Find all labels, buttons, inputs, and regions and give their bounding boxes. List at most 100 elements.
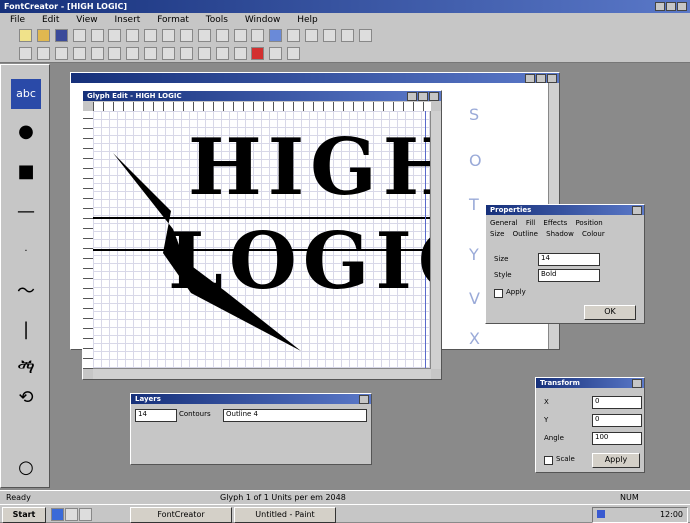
align-right-icon[interactable] [54,47,68,60]
menu-edit[interactable]: Edit [42,13,59,27]
node-icon[interactable] [269,29,283,42]
line-tool-icon[interactable]: — [11,197,41,227]
send-back-icon[interactable] [233,47,247,60]
char-cell[interactable]: S [469,105,479,124]
glyph-minimize-button[interactable] [407,92,417,101]
pen-icon[interactable] [287,29,301,42]
glyph-close-button[interactable] [429,92,439,101]
scale-checkbox[interactable] [544,456,553,465]
redo-icon[interactable] [162,29,175,42]
underline-icon[interactable] [108,47,122,60]
tab-general[interactable]: General [490,219,518,227]
start-button[interactable]: Start [2,507,46,523]
menu-format[interactable]: Format [157,13,189,27]
undo-icon[interactable] [144,29,158,42]
zoom-out-icon[interactable] [197,29,211,42]
apply-button[interactable]: Apply [592,453,640,468]
taskbar-item-fontcreator[interactable]: FontCreator [130,507,232,523]
ruler-icon[interactable] [233,29,247,42]
mirror-icon[interactable] [162,47,175,60]
char-cell[interactable]: T [469,195,479,214]
tab-position[interactable]: Position [575,219,602,227]
bring-front-icon[interactable] [215,47,229,60]
list-maximize-button[interactable] [536,74,546,83]
y-field[interactable]: 0 [592,414,642,427]
apply-checkbox[interactable] [494,289,503,298]
char-cell[interactable]: X [469,329,480,348]
vertical-line-tool-icon[interactable]: | [11,315,41,345]
options-icon[interactable] [287,47,301,60]
angle-field[interactable]: 100 [592,432,642,445]
menu-view[interactable]: View [76,13,97,27]
flip-icon[interactable] [144,47,158,60]
fill-icon[interactable] [340,29,354,42]
menu-insert[interactable]: Insert [114,13,140,27]
zoom-in-icon[interactable] [179,29,193,42]
open-icon[interactable] [36,29,50,42]
italic-icon[interactable] [90,47,104,60]
quicklaunch-ie-icon[interactable] [51,508,64,521]
quicklaunch-outlook-icon[interactable] [79,508,92,521]
text-tool-icon[interactable]: ፙ [11,353,41,383]
text-icon[interactable] [305,29,318,42]
char-cell[interactable]: V [469,289,480,308]
cut-icon[interactable] [90,29,104,42]
grid-icon[interactable] [215,29,229,42]
glyph-canvas[interactable]: HIGH LOGIC [93,111,431,369]
help-icon[interactable] [358,29,372,42]
ellipse-tool-icon[interactable]: ○ [11,453,41,483]
rectangle-tool-icon[interactable]: ■ [11,157,41,187]
print-icon[interactable] [72,29,86,42]
layers-close-button[interactable] [359,395,369,404]
copy-icon[interactable] [108,29,122,42]
tab-size[interactable]: Size [490,230,504,238]
maximize-button[interactable] [666,2,676,11]
quicklaunch-desktop-icon[interactable] [65,508,78,521]
point-tool-icon[interactable]: · [11,237,41,267]
taskbar-item-paint[interactable]: Untitled - Paint [234,507,336,523]
paste-icon[interactable] [126,29,140,42]
info-icon[interactable] [269,47,283,60]
save-icon[interactable] [54,29,68,42]
menu-window[interactable]: Window [245,13,281,27]
menu-tools[interactable]: Tools [206,13,228,27]
tab-colour[interactable]: Colour [582,230,605,238]
layer-icon[interactable] [322,29,336,42]
tab-outline[interactable]: Outline [513,230,538,238]
glyph-maximize-button[interactable] [418,92,428,101]
horizontal-scrollbar[interactable] [93,368,431,379]
size-field[interactable]: 14 [538,253,600,266]
ok-button[interactable]: OK [584,305,636,320]
minimize-button[interactable] [655,2,665,11]
menu-help[interactable]: Help [297,13,318,27]
tab-shadow[interactable]: Shadow [546,230,574,238]
align-center-icon[interactable] [36,47,50,60]
contour-dropdown[interactable]: Outline 4 [223,409,367,422]
properties-close-button[interactable] [632,206,642,215]
ungroup-icon[interactable] [197,47,211,60]
tab-fill[interactable]: Fill [526,219,535,227]
glyph-vertical-scrollbar[interactable] [430,111,441,369]
close-button[interactable] [677,2,687,11]
list-minimize-button[interactable] [525,74,535,83]
layer-value-field[interactable]: 14 [135,409,177,422]
tray-icon[interactable] [597,510,605,518]
select-icon[interactable] [251,29,265,42]
rotate-tool-icon[interactable]: ⟲ [11,383,41,413]
char-cell[interactable]: O [469,151,482,170]
new-icon[interactable] [19,29,32,42]
selection-tool-icon[interactable]: abc [11,79,41,109]
tab-effects[interactable]: Effects [543,219,567,227]
x-field[interactable]: 0 [592,396,642,409]
list-close-button[interactable] [547,74,557,83]
char-cell[interactable]: Y [469,245,479,264]
rotate-icon[interactable] [126,47,140,60]
bold-icon[interactable] [72,47,86,60]
style-field[interactable]: Bold [538,269,600,282]
curve-tool-icon[interactable]: ～ [11,277,41,307]
menu-file[interactable]: File [10,13,25,27]
circle-tool-icon[interactable]: ● [11,117,41,147]
group-icon[interactable] [179,47,193,60]
error-icon[interactable] [251,47,265,60]
align-left-icon[interactable] [19,47,32,60]
